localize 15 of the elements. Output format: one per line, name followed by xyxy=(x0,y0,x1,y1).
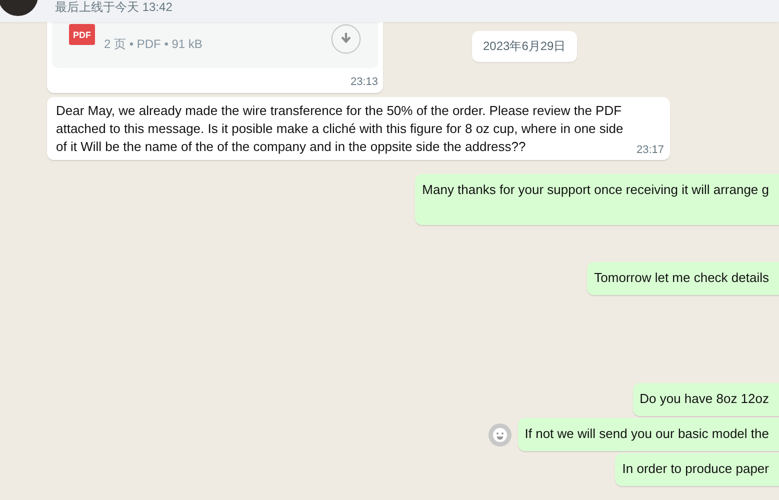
message-text: Many thanks for your support once receiving it will arrange g xyxy=(422,182,769,197)
file-card[interactable]: PDF 2 页 • PDF • 91 kB xyxy=(52,22,378,68)
download-icon[interactable] xyxy=(331,24,361,54)
emoji-icon[interactable] xyxy=(488,422,512,446)
file-meta: 2 页 • PDF • 91 kB xyxy=(104,36,202,53)
last-seen-text: 最后上线于今天 13:42 xyxy=(55,0,172,16)
message-time: 23:17 xyxy=(636,144,664,156)
pdf-icon: PDF xyxy=(69,24,95,45)
message-text: In order to produce paper xyxy=(622,461,769,476)
message-time: 23:13 xyxy=(350,76,378,88)
message-text: If not we will send you our basic model the xyxy=(524,426,769,441)
date-chip: 2023年6月29日 xyxy=(472,31,577,62)
message-text: Dear May, we already made the wire transference for the 50% of the order. Please review the PDF attached to this message. Is it posible make a cliché with this figure for 8 oz cup, where in one side of it Will be the name of the of the company and in the oppsite side the address?? xyxy=(56,102,624,156)
message-text: Do you have 8oz 12oz xyxy=(640,391,769,406)
message-text: Tomorrow let me check details xyxy=(594,270,769,285)
